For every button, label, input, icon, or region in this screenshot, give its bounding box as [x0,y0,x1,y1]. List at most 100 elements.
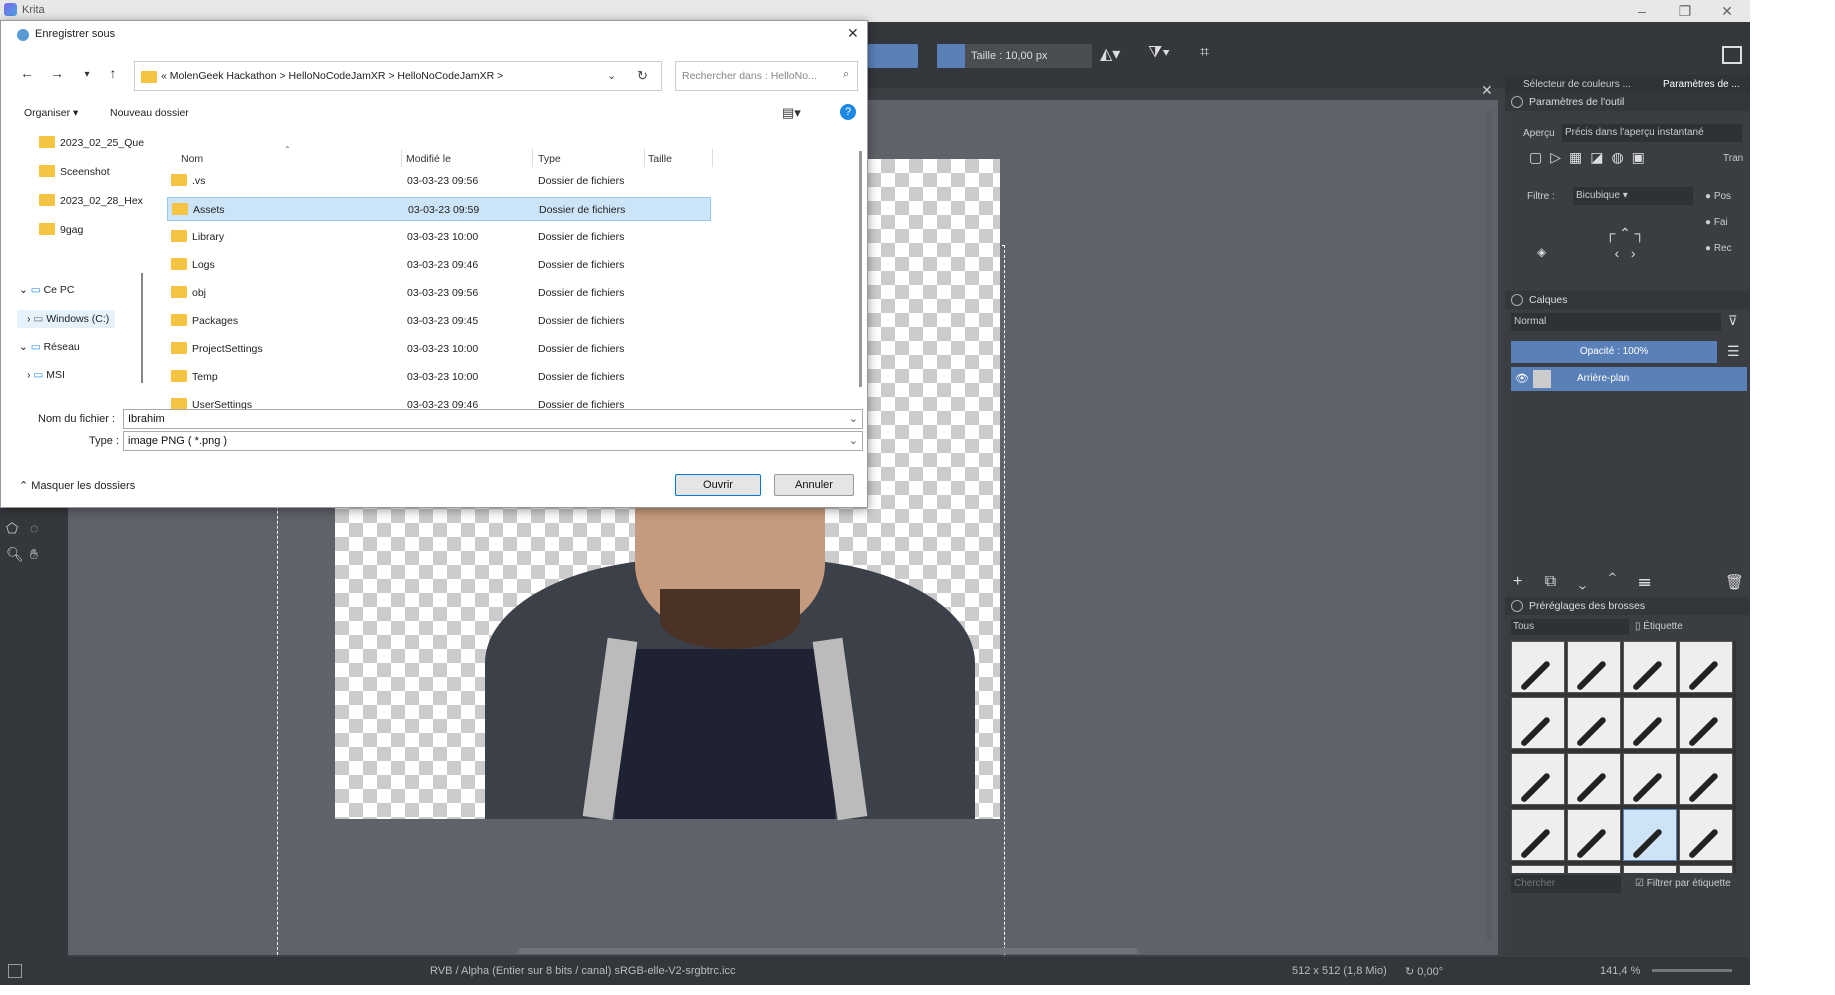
open-button[interactable]: Ouvrir [675,474,761,496]
column-name[interactable]: Nom [181,153,203,165]
search-input[interactable]: Rechercher dans : HelloNo... ⌕ [675,61,858,91]
delete-layer-icon[interactable]: 🗑︎ [1725,573,1744,591]
breadcrumb[interactable]: « MolenGeek Hackathon > HelloNoCodeJamXR… [161,70,503,82]
brush-preset[interactable] [1679,753,1733,805]
zoom-icon[interactable]: 🔍︎ [6,546,24,563]
layer-opacity-slider[interactable]: Opacité : 100% [1511,341,1717,363]
forward-icon[interactable]: → [46,65,68,81]
filename-input[interactable]: Ibrahim ⌄ [123,409,863,429]
close-canvas-icon[interactable]: ✕ [1481,82,1493,99]
address-dropdown-icon[interactable]: ⌄ [607,69,616,82]
refresh-icon[interactable]: ↻ [637,68,648,84]
pan-icon[interactable]: ✋︎ [30,546,38,563]
dialog-close-icon[interactable]: ✕ [847,25,859,42]
visibility-icon[interactable]: 👁︎ [1515,372,1529,385]
layer-menu-icon[interactable]: ☰ [1727,343,1740,360]
brush-preset[interactable] [1623,809,1677,861]
filter-select[interactable]: Bicubique ▾ [1573,187,1693,205]
brush-tag-button[interactable]: ▯ Étiquette [1635,621,1683,632]
anchor-center-icon[interactable]: ◈ [1537,245,1546,259]
brush-preset[interactable] [1567,865,1621,873]
close-window-icon[interactable]: ✕ [1712,2,1742,20]
brush-preset[interactable] [1623,865,1677,873]
file-row[interactable]: .vs 03-03-23 09:56 Dossier de fichiers [167,169,711,193]
brush-preset[interactable] [1679,697,1733,749]
brush-preset[interactable] [1567,641,1621,693]
new-folder-button[interactable]: Nouveau dossier [110,107,189,119]
brush-preset[interactable] [1623,641,1677,693]
file-row[interactable]: Packages 03-03-23 09:45 Dossier de fichier… [167,309,711,333]
brush-preset[interactable] [1679,865,1733,873]
radio-rec[interactable]: ● Rec [1705,243,1732,254]
brush-preset[interactable] [1511,865,1565,873]
back-icon[interactable]: ← [16,65,38,81]
address-bar[interactable]: « MolenGeek Hackathon > HelloNoCodeJamXR… [134,61,662,91]
blend-mode-select[interactable]: Normal [1511,313,1721,331]
tab-color-selector[interactable]: Sélecteur de couleurs ... [1523,79,1631,90]
mirror-vertical-icon[interactable]: ⧩▾ [1148,44,1170,62]
mirror-horizontal-icon[interactable]: ◭▾ [1100,44,1120,64]
nav-msi[interactable]: › ▭ MSI [27,369,65,381]
zoom-slider[interactable] [1652,969,1732,972]
brush-preset[interactable] [1511,697,1565,749]
file-row[interactable]: Assets 03-03-23 09:59 Dossier de fichiers [167,197,711,221]
nav-quick-1[interactable]: 2023_02_25_Que [39,136,144,149]
brush-preset[interactable] [1623,753,1677,805]
layer-row[interactable]: 👁︎ Arrière-plan [1511,367,1747,391]
apercu-select[interactable]: Précis dans l'aperçu instantané [1562,124,1742,142]
nav-windows-drive[interactable]: › ▭ Windows (C:) [17,310,116,328]
file-row[interactable]: obj 03-03-23 09:56 Dossier de fichiers [167,281,711,305]
transform-mode-icons[interactable]: ▢▷▦◪◍▣ [1529,149,1653,166]
maximize-icon[interactable]: ❐ [1670,2,1700,20]
file-row[interactable]: Library 03-03-23 10:00 Dossier de fichiers [167,225,711,249]
column-modified[interactable]: Modifié le [406,153,451,165]
anchor-grid-icon[interactable]: ┌ ⌃ ┐ ‹ › [1595,223,1655,263]
file-list-scrollbar[interactable] [859,151,862,387]
brush-preset[interactable] [1567,809,1621,861]
organize-button[interactable]: Organiser ▾ [24,107,78,119]
brush-search-input[interactable]: Chercher [1511,875,1621,893]
column-type[interactable]: Type [538,153,561,165]
radio-fai[interactable]: ● Fai [1705,217,1728,228]
brush-preset[interactable] [1567,753,1621,805]
nav-this-pc[interactable]: ⌄ ▭ Ce PC [19,284,75,296]
nav-quick-2[interactable]: Sceenshot [39,165,110,178]
cancel-button[interactable]: Annuler [774,474,854,496]
tab-tool-options[interactable]: Paramètres de ... [1663,79,1740,90]
file-row[interactable]: Temp 03-03-23 10:00 Dossier de fichiers [167,365,711,389]
brush-preset[interactable] [1511,809,1565,861]
opacity-slider[interactable] [868,44,918,68]
horizontal-scrollbar[interactable] [518,948,1138,954]
file-row[interactable]: ProjectSettings 03-03-23 10:00 Dossier de … [167,337,711,361]
type-select[interactable]: image PNG ( *.png ) ⌄ [123,431,863,451]
brush-preset[interactable] [1679,641,1733,693]
radio-pos[interactable]: ● Pos [1705,191,1731,202]
help-icon[interactable]: ? [840,104,856,120]
size-slider[interactable]: Taille : 10,00 px [937,44,1092,68]
workspace-icon[interactable] [1722,46,1742,64]
brush-grid[interactable] [1511,641,1736,873]
brush-preset[interactable] [1511,641,1565,693]
layer-filter-icon[interactable]: ⊽ [1728,313,1738,329]
brush-preset[interactable] [1567,697,1621,749]
nav-quick-3[interactable]: 2023_02_28_Hex [39,194,143,207]
nav-quick-4[interactable]: 9gag [39,223,83,236]
magnetic-select-icon[interactable]: ◌ [30,520,38,536]
nav-scrollbar[interactable] [141,273,143,383]
brush-preset[interactable] [1679,809,1733,861]
hide-folders-toggle[interactable]: ⌃ Masquer les dossiers [19,479,135,492]
file-row[interactable]: Logs 03-03-23 09:46 Dossier de fichiers [167,253,711,277]
bezier-select-icon[interactable]: ⬠ [6,520,18,537]
nav-network[interactable]: ⌄ ▭ Réseau [19,341,80,353]
filter-by-tag-checkbox[interactable]: ☑ Filtrer par étiquette [1635,878,1731,889]
layer-actions[interactable]: + ⧉ ⌄ ⌃ ☰ [1513,573,1660,591]
recent-dropdown-icon[interactable]: ▾ [76,69,98,80]
brush-preset[interactable] [1511,753,1565,805]
minimize-icon[interactable]: – [1627,2,1657,20]
view-options-icon[interactable]: ▤▾ [782,105,801,121]
rotation-label[interactable]: ↻ 0,00° [1405,965,1443,978]
column-size[interactable]: Taille [648,153,672,165]
up-icon[interactable]: ↑ [102,65,124,81]
brush-preset[interactable] [1623,697,1677,749]
wrap-icon[interactable]: ⌗ [1200,44,1209,62]
